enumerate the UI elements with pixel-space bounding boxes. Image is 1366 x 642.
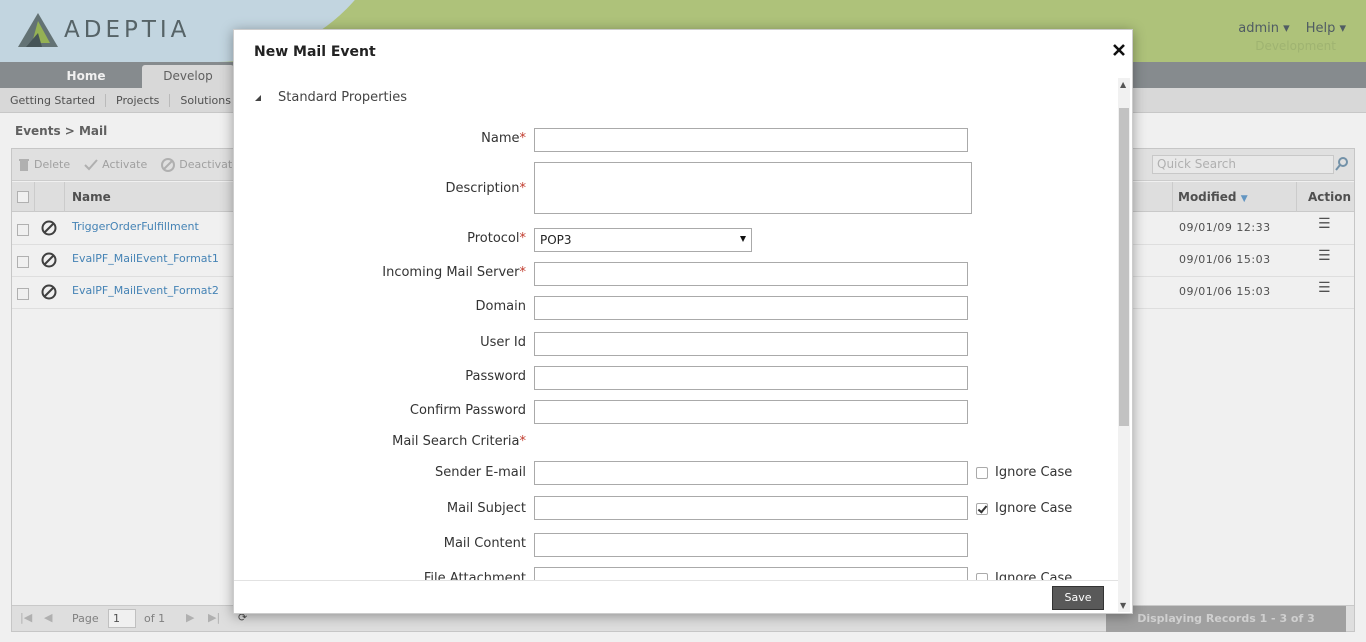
name-label: Name* <box>481 131 526 146</box>
ignore-case-label: Ignore Case <box>995 465 1073 480</box>
ignore-case-label: Ignore Case <box>995 501 1073 516</box>
domain-label: Domain <box>475 299 526 314</box>
name-label-text: Name <box>481 131 520 146</box>
standard-properties-toggle[interactable]: Standard Properties <box>254 90 407 105</box>
confirm-password-field[interactable] <box>534 400 968 424</box>
mail-content-field[interactable] <box>534 533 968 557</box>
protocol-label-text: Protocol <box>467 231 520 246</box>
search-criteria-label-text: Mail Search Criteria <box>392 434 520 449</box>
incoming-server-label: Incoming Mail Server* <box>382 265 526 280</box>
protocol-value: POP3 <box>540 233 572 247</box>
incoming-server-field[interactable] <box>534 262 968 286</box>
incoming-server-label-text: Incoming Mail Server <box>382 265 520 280</box>
search-criteria-label: Mail Search Criteria* <box>392 434 526 449</box>
required-mark: * <box>519 265 527 280</box>
name-field[interactable] <box>534 128 968 152</box>
dialog-scrollbar[interactable]: ▲ ▼ <box>1118 78 1130 612</box>
scroll-thumb[interactable] <box>1119 108 1129 426</box>
sender-ignore-case-checkbox[interactable] <box>976 466 988 479</box>
sender-ignore-case[interactable]: Ignore Case <box>976 465 1072 480</box>
confirm-password-label: Confirm Password <box>409 403 526 418</box>
dialog-body: Standard Properties Name* Description* P… <box>234 74 1118 582</box>
sender-email-field[interactable] <box>534 461 968 485</box>
protocol-label: Protocol* <box>467 231 526 246</box>
section-title: Standard Properties <box>278 90 407 105</box>
mail-subject-label: Mail Subject <box>446 501 526 516</box>
user-id-label: User Id <box>480 335 526 350</box>
scroll-down-icon[interactable]: ▼ <box>1120 601 1126 610</box>
subject-ignore-case-checkbox[interactable] <box>976 502 988 515</box>
description-label-text: Description <box>445 181 520 196</box>
save-button[interactable]: Save <box>1052 586 1104 610</box>
sender-email-label: Sender E-mail <box>435 465 526 480</box>
collapse-triangle-icon <box>255 94 261 101</box>
subject-ignore-case[interactable]: Ignore Case <box>976 501 1072 516</box>
password-field[interactable] <box>534 366 968 390</box>
mail-subject-field[interactable] <box>534 496 968 520</box>
password-label: Password <box>465 369 526 384</box>
required-mark: * <box>519 131 527 146</box>
dialog-footer: Save <box>234 580 1118 613</box>
new-mail-event-dialog: New Mail Event Standard Properties Name*… <box>233 29 1133 614</box>
scroll-up-icon[interactable]: ▲ <box>1120 80 1126 89</box>
chevron-down-icon <box>740 236 746 242</box>
description-label: Description* <box>445 181 526 196</box>
close-icon[interactable] <box>1111 42 1127 58</box>
user-id-field[interactable] <box>534 332 968 356</box>
protocol-select[interactable]: POP3 <box>534 228 752 252</box>
mail-content-label: Mail Content <box>443 536 526 551</box>
dialog-title: New Mail Event <box>254 44 376 60</box>
description-field[interactable] <box>534 162 972 214</box>
required-mark: * <box>519 434 527 449</box>
domain-field[interactable] <box>534 296 968 320</box>
required-mark: * <box>519 181 527 196</box>
required-mark: * <box>519 231 527 246</box>
